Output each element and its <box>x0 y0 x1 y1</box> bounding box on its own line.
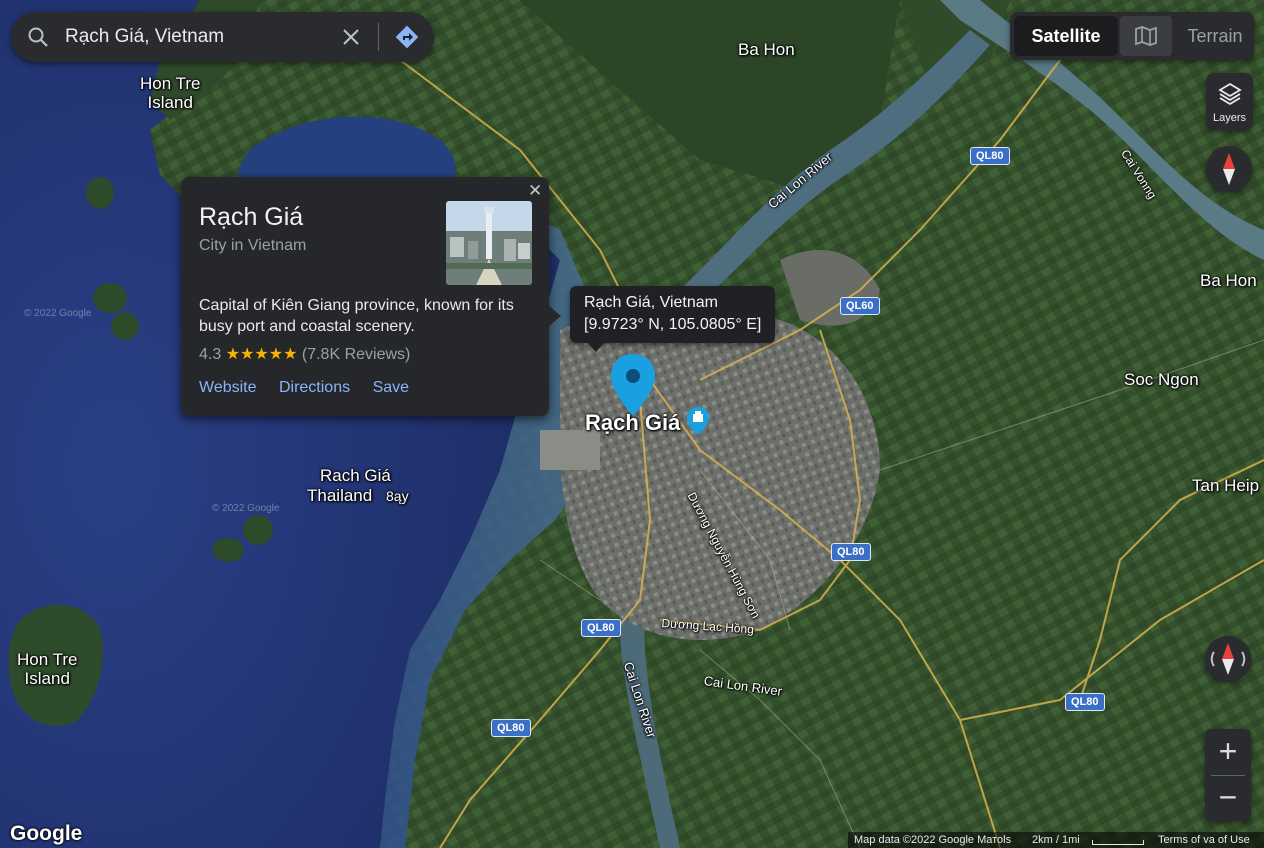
scale-label[interactable]: 2km / 1mi <box>1032 832 1080 848</box>
road-shield[interactable]: QL60 <box>840 297 880 315</box>
zoom-in-button[interactable]: + <box>1205 729 1251 775</box>
place-label-soc-ngon[interactable]: Soc Ngon <box>1124 370 1199 390</box>
directions-link[interactable]: Directions <box>279 379 350 396</box>
coordinates-tooltip: Rạch Giá, Vietnam [9.9723° N, 105.0805° … <box>570 286 775 343</box>
road-shield[interactable]: QL80 <box>831 543 871 561</box>
place-label-thailand[interactable]: Thailand <box>307 486 372 506</box>
compass-button[interactable] <box>1206 146 1252 192</box>
place-subtitle: City in Vietnam <box>199 237 307 254</box>
terrain-button[interactable]: Terrain <box>1176 16 1254 56</box>
place-photo[interactable] <box>446 201 532 285</box>
scale-bar <box>1092 840 1144 845</box>
watermark: © 2022 Google <box>24 308 92 319</box>
place-title: Rạch Giá <box>199 203 304 231</box>
place-label-ba-hon-east[interactable]: Ba Hon <box>1200 271 1257 291</box>
layers-icon <box>1217 81 1243 112</box>
save-link[interactable]: Save <box>373 379 409 396</box>
road-shield[interactable]: QL80 <box>1065 693 1105 711</box>
tooltip-coordinates[interactable]: [9.9723° N, 105.0805° E] <box>584 316 761 334</box>
watermark: © 2022 Google <box>212 503 280 514</box>
rotate-compass-icon <box>1208 642 1248 681</box>
zoom-out-button[interactable]: − <box>1205 775 1251 821</box>
rotate-compass-button[interactable] <box>1205 636 1251 682</box>
zoom-control: + − <box>1205 729 1251 821</box>
google-logo: Google <box>10 822 83 845</box>
map-footer: Map data ©2022 Google Mатоls 2km / 1mi T… <box>848 832 1264 848</box>
place-label-rach-gia-thailand[interactable]: Rach Giá <box>320 466 391 486</box>
compass-icon <box>1219 152 1239 191</box>
place-label-ba-hon[interactable]: Ba Hon <box>738 40 795 60</box>
close-icon[interactable]: ✕ <box>528 181 542 201</box>
satellite-button[interactable]: Satellite <box>1014 16 1118 56</box>
map-data-attribution[interactable]: Map data ©2022 Google Mатоls <box>854 832 1011 848</box>
search-box[interactable]: Rạch Giá, Vietnam <box>11 12 434 62</box>
place-description: Capital of Kiên Giang province, known fo… <box>199 297 514 335</box>
road-shield[interactable]: QL80 <box>491 719 531 737</box>
layers-button[interactable]: Layers <box>1206 73 1253 130</box>
layers-label: Layers <box>1212 112 1247 124</box>
divider <box>378 23 379 51</box>
place-label-tan-heip[interactable]: Tan Heip <box>1192 476 1259 496</box>
landmark-icon[interactable] <box>686 406 710 436</box>
rating-stars: ★★★★★ <box>225 346 298 363</box>
road-shield[interactable]: QL80 <box>970 147 1010 165</box>
card-pointer <box>549 306 561 326</box>
search-input[interactable]: Rạch Giá, Vietnam <box>65 26 224 48</box>
location-pin-icon[interactable] <box>609 352 657 418</box>
directions-icon[interactable] <box>394 24 420 55</box>
rating-value: 4.3 <box>199 346 222 363</box>
website-link[interactable]: Website <box>199 379 257 396</box>
review-count[interactable]: (7.8K Reviews) <box>302 346 410 363</box>
map-view-button[interactable] <box>1120 16 1172 56</box>
place-label-bay[interactable]: 8ąy <box>386 488 409 504</box>
terms-link[interactable]: Terms of va of Use <box>1158 832 1250 848</box>
place-label-hon-tre-island[interactable]: Hon Tre Island <box>140 74 200 112</box>
place-rating[interactable]: 4.3 ★★★★★ (7.8K Reviews) <box>199 344 410 364</box>
road-shield[interactable]: QL80 <box>581 619 621 637</box>
clear-icon[interactable] <box>341 27 361 52</box>
place-actions: Website Directions Save <box>199 379 427 397</box>
map-icon <box>1134 24 1158 53</box>
search-icon[interactable] <box>27 26 49 53</box>
tooltip-place-name: Rạch Giá, Vietnam <box>584 294 718 311</box>
tooltip-pointer <box>588 343 604 352</box>
place-info-card: ✕ Rạch Giá City in Vietnam Capital of Ki… <box>181 177 549 416</box>
place-label-hon-tre-island-south[interactable]: Hon Tre Island <box>17 650 77 688</box>
map-type-control: Satellite Terrain <box>1010 12 1254 60</box>
